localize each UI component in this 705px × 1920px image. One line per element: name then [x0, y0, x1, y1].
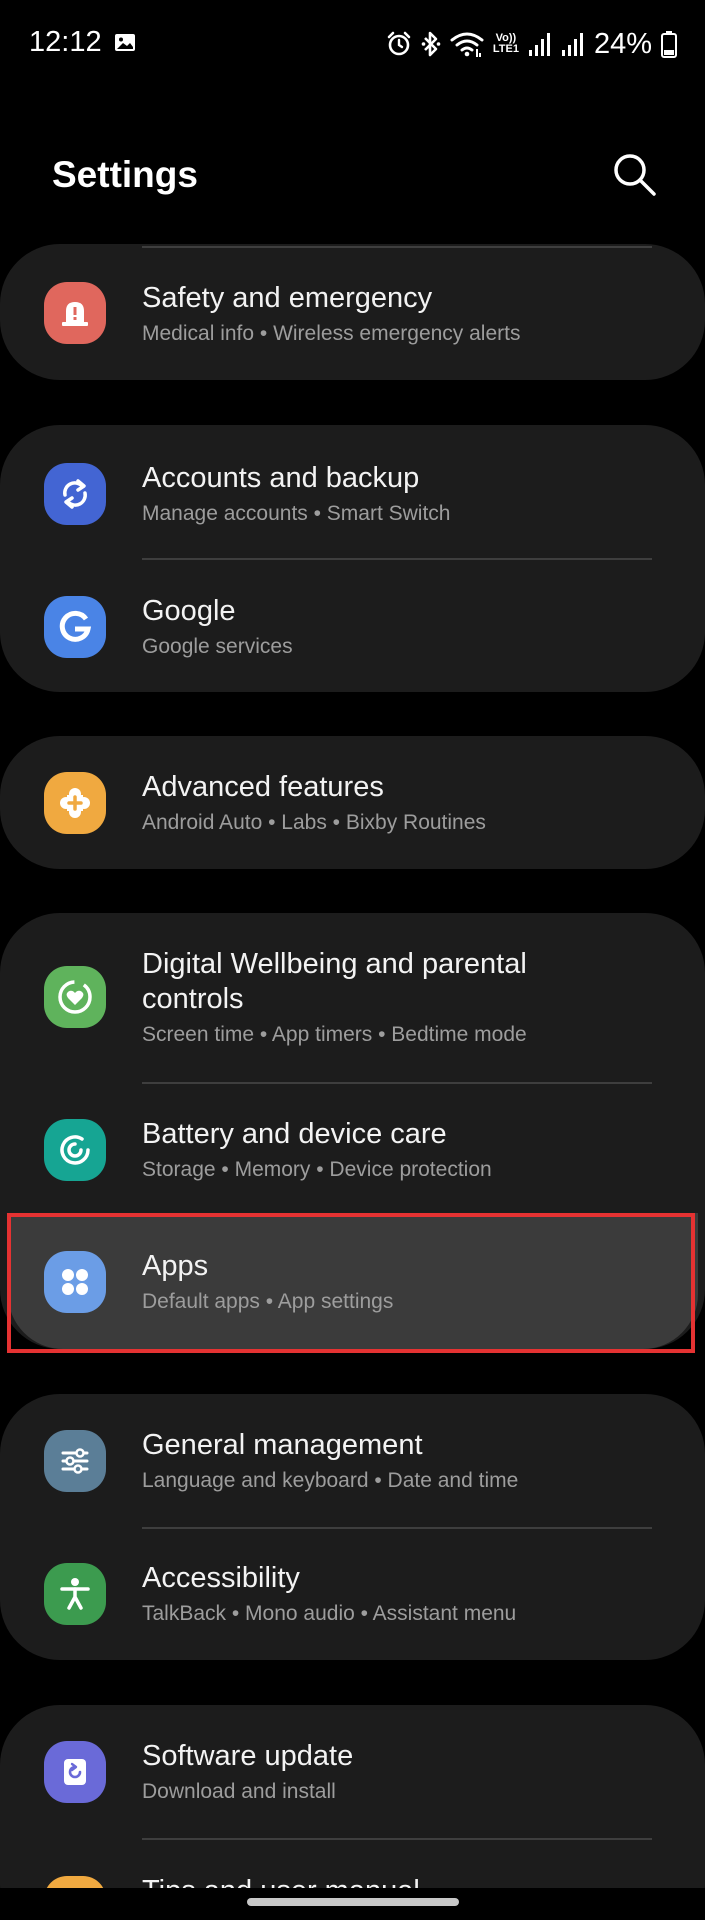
settings-group-accounts: Accounts and backup Manage accounts • Sm…	[0, 425, 705, 692]
signal-strength-icon-2	[561, 33, 583, 56]
settings-item-accessibility[interactable]: Accessibility TalkBack • Mono audio • As…	[0, 1529, 705, 1660]
selection-highlight-box	[7, 1213, 695, 1353]
item-subtitle: Storage • Memory • Device protection	[142, 1158, 492, 1181]
network-type-label: LTE1	[492, 43, 519, 55]
item-subtitle: Google services	[142, 635, 293, 658]
settings-item-accounts-backup[interactable]: Accounts and backup Manage accounts • Sm…	[0, 425, 705, 558]
settings-screen: 12:12 Vo)) LTE1 24% Settings Safety and …	[0, 0, 705, 1920]
wifi-icon	[450, 32, 484, 57]
search-icon[interactable]	[610, 150, 658, 198]
bluetooth-icon	[421, 31, 441, 57]
item-subtitle: TalkBack • Mono audio • Assistant menu	[142, 1602, 517, 1625]
device-care-icon	[44, 1119, 106, 1181]
navigation-gesture-handle[interactable]	[247, 1898, 459, 1906]
item-subtitle: Manage accounts • Smart Switch	[142, 502, 451, 525]
settings-item-google[interactable]: Google Google services	[0, 560, 705, 692]
item-subtitle: Language and keyboard • Date and time	[142, 1469, 519, 1492]
status-icons: Vo)) LTE1 24%	[386, 24, 677, 64]
item-title: Google	[142, 595, 236, 627]
item-title: Advanced features	[142, 771, 384, 803]
item-subtitle: Download and install	[142, 1780, 336, 1803]
item-title: Battery and device care	[142, 1118, 447, 1150]
settings-item-digital-wellbeing[interactable]: Digital Wellbeing and parental controls …	[0, 913, 705, 1082]
settings-group-advanced: Advanced features Android Auto • Labs • …	[0, 736, 705, 869]
settings-item-battery-device-care[interactable]: Battery and device care Storage • Memory…	[0, 1084, 705, 1214]
item-title-line2: controls	[142, 983, 244, 1015]
status-bar: 12:12 Vo)) LTE1 24%	[0, 0, 705, 86]
item-subtitle: Android Auto • Labs • Bixby Routines	[142, 811, 486, 834]
sync-icon	[44, 463, 106, 525]
settings-group-safety: Safety and emergency Medical info • Wire…	[0, 244, 705, 380]
item-subtitle: Screen time • App timers • Bedtime mode	[142, 1023, 527, 1046]
settings-item-advanced-features[interactable]: Advanced features Android Auto • Labs • …	[0, 736, 705, 869]
software-update-icon	[44, 1741, 106, 1803]
item-subtitle: Medical info • Wireless emergency alerts	[142, 322, 521, 345]
item-title: Accessibility	[142, 1562, 300, 1594]
google-icon	[44, 596, 106, 658]
status-time: 12:12	[29, 26, 102, 58]
alarm-icon	[387, 31, 411, 56]
sliders-icon	[44, 1430, 106, 1492]
battery-percent: 24%	[593, 27, 652, 60]
settings-item-safety-emergency[interactable]: Safety and emergency Medical info • Wire…	[0, 244, 705, 380]
item-title: Digital Wellbeing and parental	[142, 948, 527, 980]
wellbeing-heart-icon	[44, 966, 106, 1028]
settings-item-general-management[interactable]: General management Language and keyboard…	[0, 1394, 705, 1527]
item-title: Software update	[142, 1740, 354, 1772]
settings-group-general: General management Language and keyboard…	[0, 1394, 705, 1660]
battery-icon	[661, 31, 677, 58]
page-title: Settings	[52, 154, 198, 195]
settings-item-software-update[interactable]: Software update Download and install	[0, 1705, 705, 1838]
item-title: Accounts and backup	[142, 462, 420, 494]
volte-lte-label: Vo)) LTE1	[493, 33, 519, 55]
item-title: General management	[142, 1429, 423, 1461]
accessibility-icon	[44, 1563, 106, 1625]
gallery-notification-icon	[115, 34, 135, 51]
siren-icon	[44, 282, 106, 344]
signal-strength-icon-1	[528, 33, 550, 56]
puzzle-plus-icon	[44, 772, 106, 834]
item-title: Safety and emergency	[142, 282, 433, 314]
